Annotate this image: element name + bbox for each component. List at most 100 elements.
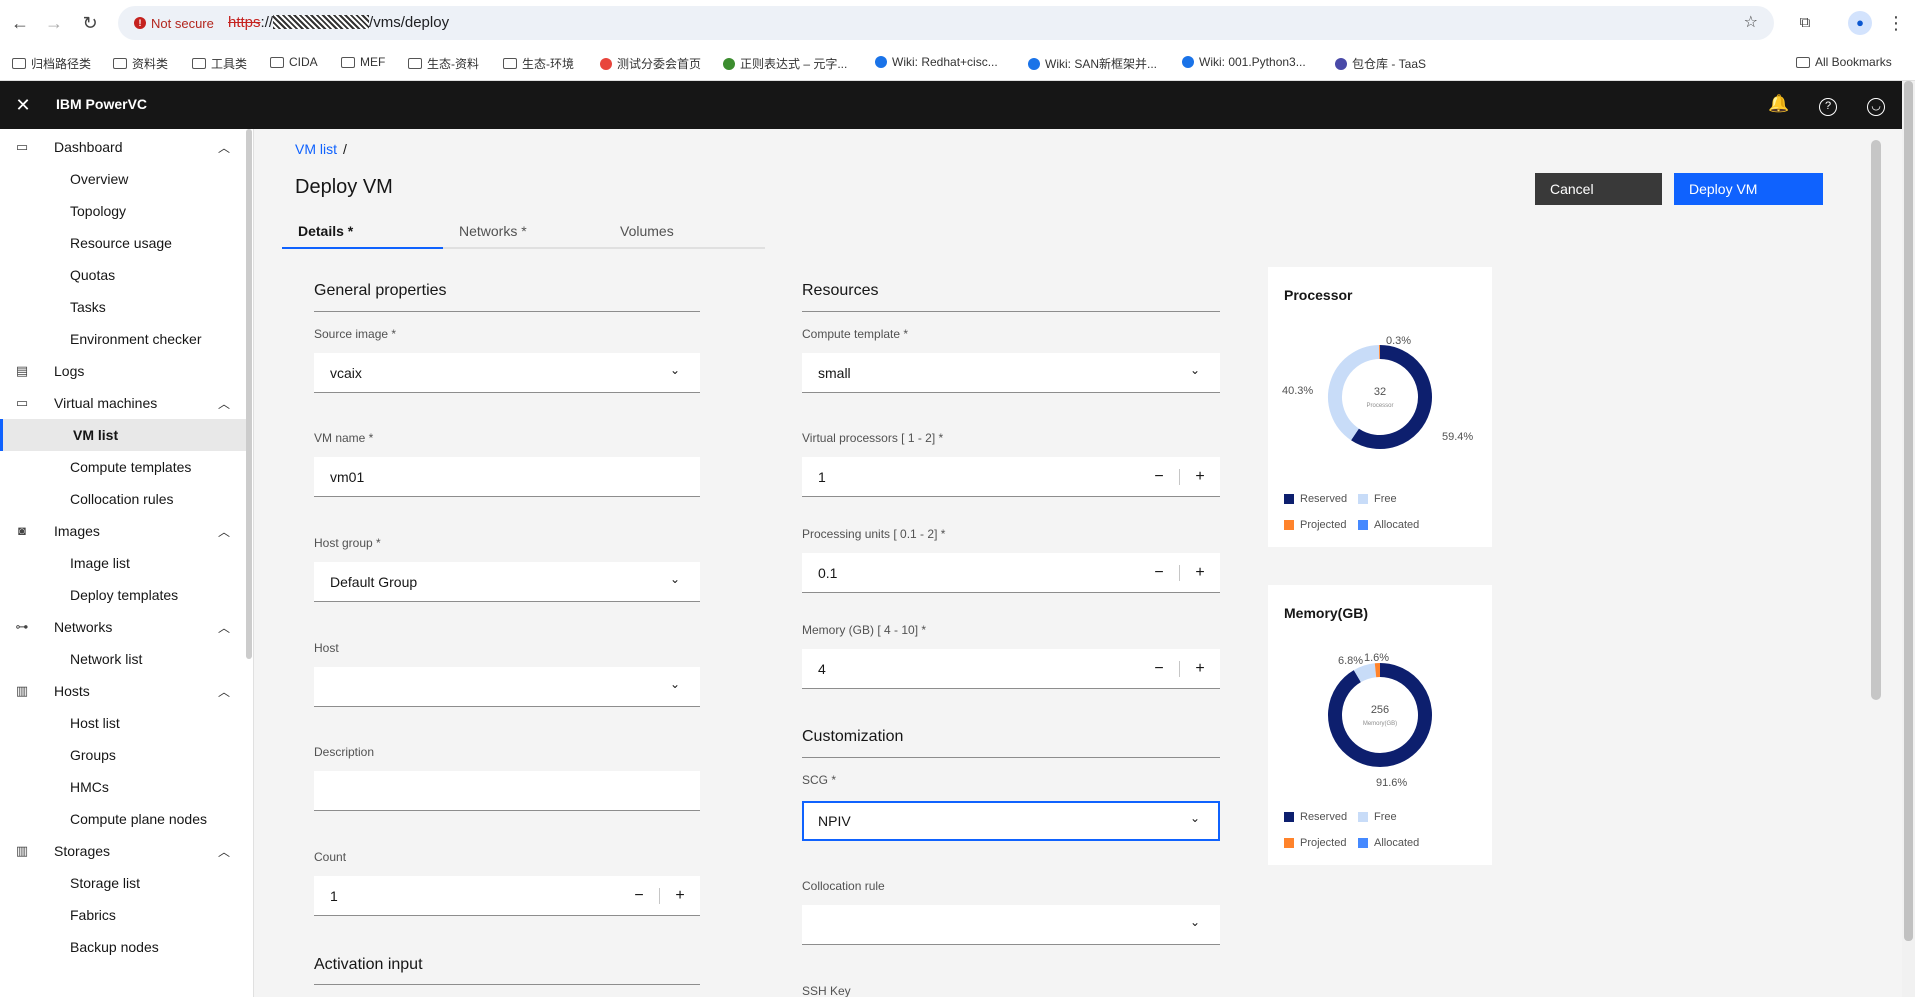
sidebar-item-network-list[interactable]: Network list: [0, 643, 246, 675]
profile-icon[interactable]: ●: [1848, 11, 1872, 35]
host-select[interactable]: ⌄: [314, 667, 700, 707]
chevron-up-icon[interactable]: ︿: [218, 619, 230, 636]
sidebar-item-fabrics[interactable]: Fabrics: [0, 899, 246, 931]
site-favicon-icon: [723, 57, 735, 70]
bookmark-item[interactable]: 测试分委会首页: [600, 55, 701, 72]
bookmark-item[interactable]: 工具类: [192, 55, 247, 72]
bookmark-item[interactable]: CIDA: [270, 55, 318, 69]
sidebar-item-quotas[interactable]: Quotas: [0, 259, 246, 291]
bookmark-item[interactable]: 资料类: [113, 55, 168, 72]
chevron-up-icon[interactable]: ︿: [218, 395, 230, 412]
sidebar-item-tasks[interactable]: Tasks: [0, 291, 246, 323]
reload-icon[interactable]: ↻: [78, 11, 102, 35]
sidebar-item-collocation-rules[interactable]: Collocation rules: [0, 483, 246, 515]
bookmark-star-icon[interactable]: ☆: [1744, 12, 1758, 32]
bookmark-item[interactable]: 正则表达式 – 元字...: [723, 55, 847, 72]
collocation-rule-select[interactable]: ⌄: [802, 905, 1220, 945]
tab-details[interactable]: Details *: [282, 215, 443, 249]
chevron-down-icon: ⌄: [669, 363, 680, 377]
page-scrollbar-thumb[interactable]: [1904, 81, 1913, 941]
sidebar-item-groups[interactable]: Groups: [0, 739, 246, 771]
sidebar-item-vm-list[interactable]: VM list: [0, 419, 246, 451]
processing-units-input[interactable]: 0.1 − +: [802, 553, 1220, 593]
help-icon[interactable]: ?: [1817, 94, 1839, 116]
bookmark-item[interactable]: 生态-资料: [408, 55, 479, 72]
sidebar-item-environment-checker[interactable]: Environment checker: [0, 323, 246, 355]
bookmark-item[interactable]: Wiki: SAN新框架并...: [1028, 55, 1157, 72]
tab-networks[interactable]: Networks *: [443, 215, 604, 249]
bookmark-item[interactable]: Wiki: Redhat+cisc...: [875, 55, 998, 69]
folder-icon: [341, 56, 355, 68]
decrement-button[interactable]: −: [1139, 660, 1179, 678]
sidebar-item-virtual-machines[interactable]: ▭ Virtual machines ︿: [0, 387, 246, 419]
menu-icon[interactable]: ⋮: [1884, 11, 1908, 35]
decrement-button[interactable]: −: [619, 887, 659, 905]
sidebar-item-compute-templates[interactable]: Compute templates: [0, 451, 246, 483]
address-bar[interactable]: ! Not secure https:///vms/deploy ☆: [118, 6, 1774, 40]
source-image-select[interactable]: vcaix ⌄: [314, 353, 700, 393]
host-group-select[interactable]: Default Group ⌄: [314, 562, 700, 602]
chevron-up-icon[interactable]: ︿: [218, 523, 230, 540]
swatch: [1358, 812, 1368, 822]
all-bookmarks[interactable]: All Bookmarks: [1796, 55, 1892, 69]
site-favicon-icon: [1028, 57, 1040, 70]
sidebar-item-storage-list[interactable]: Storage list: [0, 867, 246, 899]
extensions-icon[interactable]: ⧉: [1793, 11, 1817, 35]
memory-input[interactable]: 4 − +: [802, 649, 1220, 689]
chevron-up-icon[interactable]: ︿: [218, 843, 230, 860]
increment-button[interactable]: +: [1180, 468, 1220, 486]
sidebar-item-images[interactable]: ◙ Images ︿: [0, 515, 246, 547]
sidebar-item-image-list[interactable]: Image list: [0, 547, 246, 579]
forward-icon[interactable]: →: [42, 11, 66, 35]
sidebar-item-host-list[interactable]: Host list: [0, 707, 246, 739]
sidebar-item-dashboard[interactable]: ▭ Dashboard ︿: [0, 131, 246, 163]
virtual-processors-input[interactable]: 1 − +: [802, 457, 1220, 497]
sidebar-item-backup-nodes[interactable]: Backup nodes: [0, 931, 246, 963]
sidebar-item-logs[interactable]: ▤ Logs: [0, 355, 246, 387]
bookmark-item[interactable]: 包仓库 - TaaS: [1335, 55, 1426, 72]
sidebar-item-overview[interactable]: Overview: [0, 163, 246, 195]
processor-donut-chart: 32 Processor: [1328, 345, 1432, 449]
back-icon[interactable]: ←: [8, 11, 32, 35]
sidebar-item-hosts[interactable]: ▥ Hosts ︿: [0, 675, 246, 707]
sidebar-item-hmcs[interactable]: HMCs: [0, 771, 246, 803]
sidebar-item-networks[interactable]: ⊶ Networks ︿: [0, 611, 246, 643]
sidebar-item-storages[interactable]: ▥ Storages ︿: [0, 835, 246, 867]
url-text[interactable]: https:///vms/deploy: [228, 14, 449, 31]
sidebar-item-resource-usage[interactable]: Resource usage: [0, 227, 246, 259]
content-scrollbar[interactable]: [1871, 140, 1881, 700]
bookmark-item[interactable]: Wiki: 001.Python3...: [1182, 55, 1306, 69]
chevron-up-icon[interactable]: ︿: [218, 683, 230, 700]
processor-reserved-pct: 59.4%: [1442, 431, 1474, 443]
sidebar-item-compute-plane-nodes[interactable]: Compute plane nodes: [0, 803, 246, 835]
activation-input-title: Activation input: [314, 956, 423, 973]
cancel-button[interactable]: Cancel: [1535, 173, 1662, 205]
scg-select[interactable]: NPIV ⌄: [802, 801, 1220, 841]
chevron-up-icon[interactable]: ︿: [218, 139, 230, 156]
breadcrumb-vm-list[interactable]: VM list: [295, 141, 337, 157]
description-input[interactable]: [314, 771, 700, 811]
not-secure-badge[interactable]: ! Not secure: [130, 13, 220, 33]
close-nav-icon[interactable]: ✕: [12, 94, 34, 116]
vm-name-input[interactable]: vm01: [314, 457, 700, 497]
bookmarks-bar: 归档路径类 资料类 工具类 CIDA MEF 生态-资料 生态-环境 测试分委会首页 正则表达式…: [0, 46, 1915, 81]
user-icon[interactable]: ◡: [1865, 94, 1887, 116]
sidebar-item-deploy-templates[interactable]: Deploy templates: [0, 579, 246, 611]
bookmark-item[interactable]: 生态-环境: [503, 55, 574, 72]
sidebar-item-topology[interactable]: Topology: [0, 195, 246, 227]
count-input[interactable]: 1 − +: [314, 876, 700, 916]
increment-button[interactable]: +: [660, 887, 700, 905]
page-scrollbar[interactable]: [1902, 81, 1915, 997]
bookmark-item[interactable]: MEF: [341, 55, 385, 69]
bookmark-item[interactable]: 归档路径类: [12, 55, 91, 72]
sidenav-scrollbar[interactable]: [246, 129, 252, 659]
deploy-vm-button[interactable]: Deploy VM: [1674, 173, 1823, 205]
decrement-button[interactable]: −: [1139, 564, 1179, 582]
decrement-button[interactable]: −: [1139, 468, 1179, 486]
compute-template-select[interactable]: small ⌄: [802, 353, 1220, 393]
site-favicon-icon: [875, 56, 887, 68]
tab-volumes[interactable]: Volumes: [604, 215, 765, 249]
notification-bell-icon[interactable]: 🔔: [1768, 94, 1790, 116]
increment-button[interactable]: +: [1180, 564, 1220, 582]
increment-button[interactable]: +: [1180, 660, 1220, 678]
